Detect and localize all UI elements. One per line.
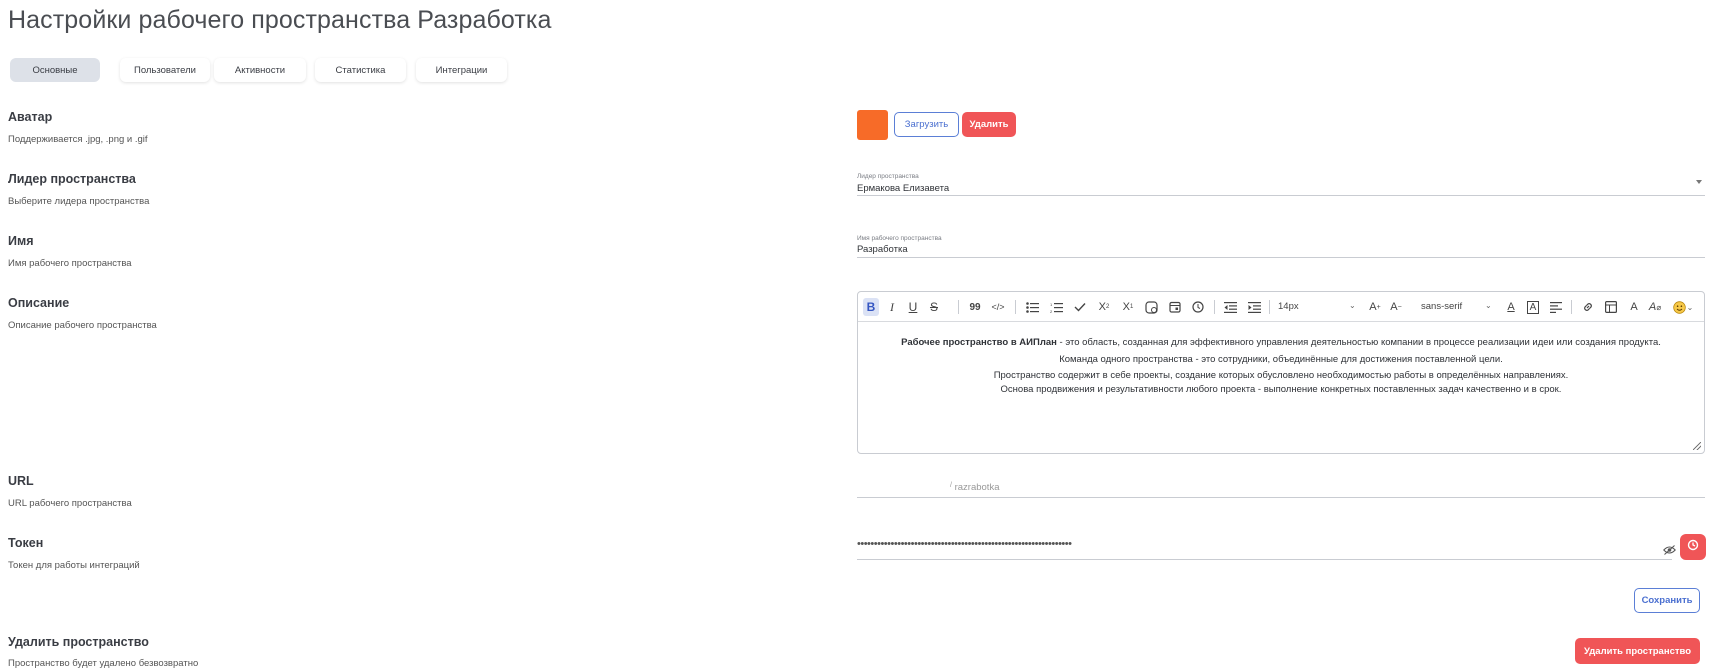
token-hint: Токен для работы интеграций [8,560,140,571]
name-underline [857,257,1705,258]
tab-integrations[interactable]: Интеграции [416,58,507,82]
description-text: - это область, созданная для эффективног… [1056,337,1661,348]
emoji-icon[interactable]: ⌄ [1671,298,1695,316]
refresh-icon [1687,538,1699,556]
svg-text:1: 1 [1050,302,1053,307]
leader-label: Лидер пространства [8,172,136,186]
underline-icon[interactable]: U [905,298,921,316]
description-paragraph: Пространство содержит в себе проекты, со… [993,370,1569,381]
table-icon[interactable] [1603,298,1619,316]
leader-field-label: Лидер пространства [857,173,919,180]
quote-icon[interactable]: 99 [966,298,984,316]
toolbar-divider [1571,300,1572,314]
upload-avatar-button[interactable]: Загрузить [894,112,959,137]
avatar-preview [857,110,888,140]
description-paragraph: Команда одного пространства - это сотруд… [1059,353,1503,365]
description-hint: Описание рабочего пространства [8,320,157,331]
ordered-list-icon[interactable]: 12 [1048,298,1064,316]
page-title: Настройки рабочего пространства Разработ… [8,6,552,34]
font-decrease-icon[interactable]: A − [1388,298,1404,316]
font-increase-icon[interactable]: A + [1367,298,1383,316]
font-family-select[interactable]: sans-serif [1421,301,1462,312]
chevron-down-icon[interactable]: ⌄ [1485,301,1492,310]
tab-general[interactable]: Основные [10,58,100,82]
save-button[interactable]: Сохранить [1634,588,1700,613]
checklist-icon[interactable] [1072,298,1088,316]
name-field-label: Имя рабочего пространства [857,235,942,242]
outdent-icon[interactable] [1222,298,1238,316]
url-prefix: / [950,482,952,489]
avatar-hint: Поддерживается .jpg, .png и .gif [8,134,148,145]
font-size-select[interactable]: 14px [1278,301,1299,312]
token-field[interactable]: ••••••••••••••••••••••••••••••••••••••••… [857,538,1072,550]
regenerate-token-button[interactable] [1680,534,1706,560]
sticker-icon[interactable] [1143,298,1159,316]
token-underline [857,559,1672,560]
link-icon[interactable] [1580,298,1596,316]
chevron-down-icon[interactable]: ⌄ [1349,301,1356,310]
editor-toolbar: B I U S 99 </> 12 X2 X1 14px ⌄ A + A − s… [858,292,1704,322]
bold-icon[interactable]: B [863,298,879,316]
name-label: Имя [8,234,34,248]
description-bold-text: Рабочее пространство в АИПлан [901,337,1057,348]
tab-statistics[interactable]: Статистика [315,58,406,82]
url-hint: URL рабочего пространства [8,498,132,509]
toolbar-divider [1015,300,1016,314]
font-color-icon[interactable]: A [1626,298,1642,316]
tab-users[interactable]: Пользователи [120,58,210,82]
strikethrough-icon[interactable]: S [926,298,942,316]
resize-handle-icon[interactable] [1693,442,1701,450]
toolbar-divider [1269,300,1270,314]
align-icon[interactable] [1548,298,1564,316]
token-label: Токен [8,536,44,550]
description-paragraph: Основа продвижения и результативности лю… [1000,383,1562,395]
description-editor[interactable]: B I U S 99 </> 12 X2 X1 14px ⌄ A + A − s… [857,291,1705,454]
url-input[interactable]: / razrabotka [950,482,999,493]
leader-hint: Выберите лидера пространства [8,196,150,207]
description-label: Описание [8,296,70,310]
avatar-label: Аватар [8,110,53,124]
url-value: razrabotka [954,482,1000,493]
name-input[interactable]: Разработка [857,244,908,255]
italic-icon[interactable]: I [884,298,900,316]
leader-underline [857,195,1705,196]
delete-space-label: Удалить пространство [8,635,149,649]
delete-space-button[interactable]: Удалить пространство [1575,638,1700,664]
bullet-list-icon[interactable] [1024,298,1040,316]
delete-avatar-button[interactable]: Удалить [962,112,1016,137]
clear-format-icon[interactable]: A ⌀ [1647,298,1663,316]
tab-activities[interactable]: Активности [214,58,306,82]
name-hint: Имя рабочего пространства [8,258,132,269]
toolbar-divider [1214,300,1215,314]
code-icon[interactable]: </> [989,298,1007,316]
url-label: URL [8,474,34,488]
url-underline [857,497,1705,498]
clock-icon[interactable] [1190,298,1206,316]
subscript-icon[interactable]: X1 [1120,298,1136,316]
svg-text:2: 2 [1050,309,1053,313]
eye-off-icon[interactable] [1663,542,1676,555]
leader-select[interactable]: Ермакова Елизавета [857,183,949,194]
superscript-icon[interactable]: X2 [1096,298,1112,316]
delete-space-hint: Пространство будет удалено безвозвратно [8,658,199,669]
indent-icon[interactable] [1246,298,1262,316]
toolbar-divider [958,300,959,314]
highlight-icon[interactable]: A [1525,298,1541,316]
calendar-icon[interactable] [1167,298,1183,316]
text-color-icon[interactable]: A [1503,298,1519,316]
editor-content[interactable]: Рабочее пространство в АИПлан - это обла… [858,322,1704,396]
chevron-down-icon[interactable] [1696,180,1702,184]
